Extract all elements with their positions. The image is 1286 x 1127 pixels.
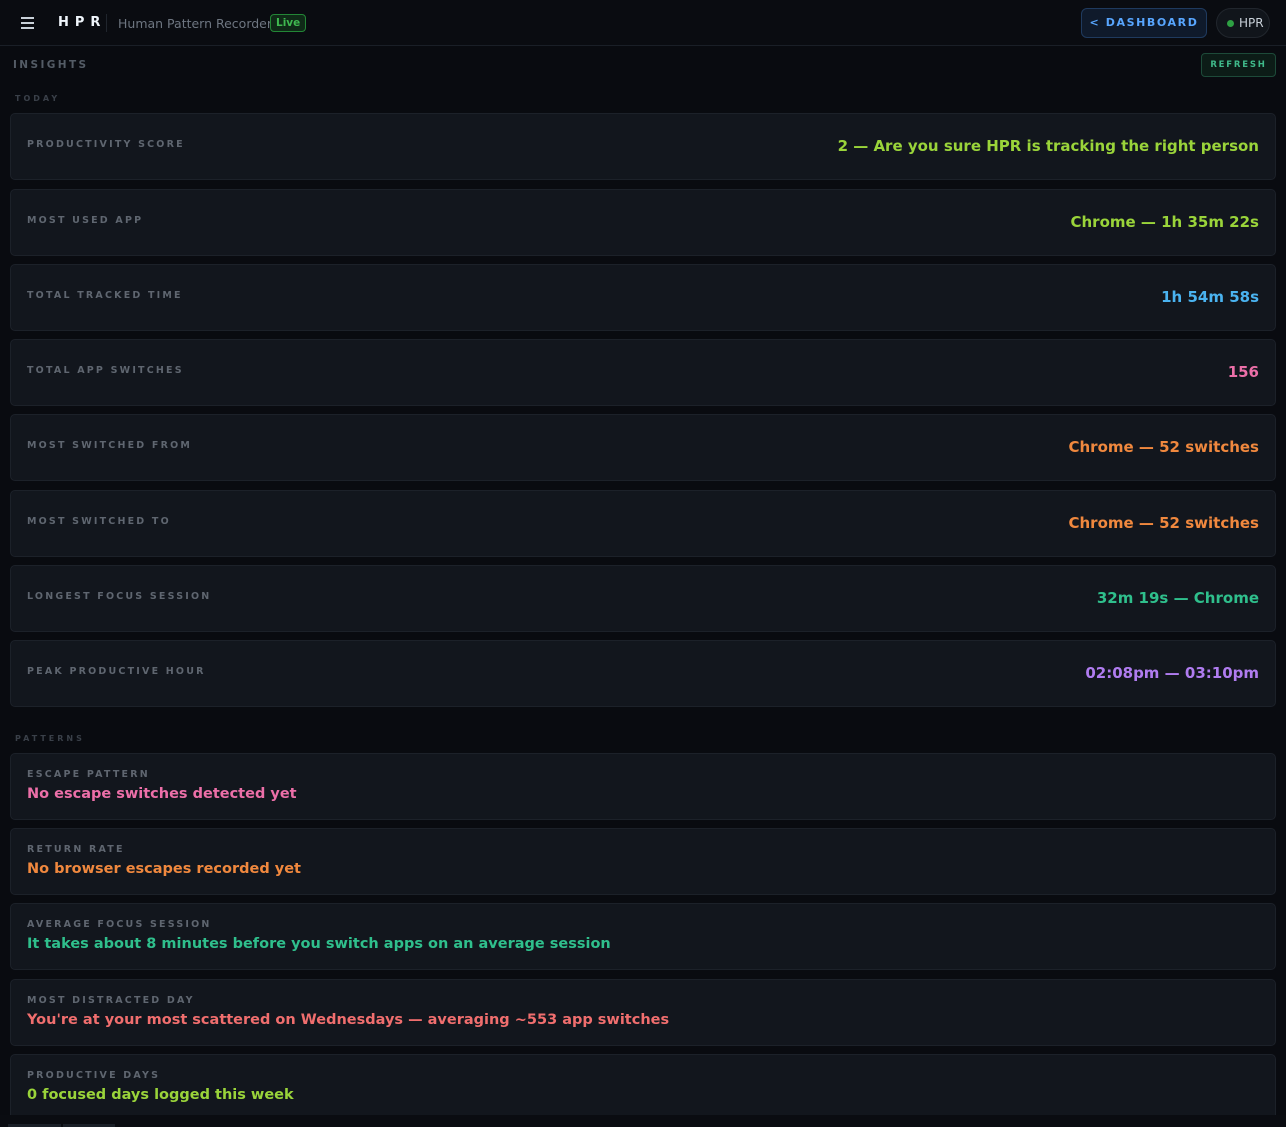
insight-row: MOST SWITCHED TO Chrome — 52 switches (10, 490, 1276, 557)
pattern-value: You're at your most scattered on Wednesd… (27, 1012, 670, 1028)
divider (106, 14, 107, 32)
insight-row: TOTAL TRACKED TIME 1h 54m 58s (10, 264, 1276, 331)
status-dot-icon (1227, 20, 1234, 27)
refresh-button[interactable]: REFRESH (1201, 53, 1276, 77)
pattern-row: PRODUCTIVE DAYS 0 focused days logged thi… (10, 1054, 1276, 1121)
insight-row: PRODUCTIVITY SCORE 2 — Are you sure HPR i… (10, 113, 1276, 180)
page-title: INSIGHTS (13, 59, 89, 71)
pattern-value: 0 focused days logged this week (27, 1087, 294, 1103)
insight-value: Chrome — 52 switches (1068, 438, 1259, 456)
insight-value: 156 (1227, 363, 1259, 381)
insight-label: MOST SWITCHED FROM (27, 440, 193, 451)
pattern-row: ESCAPE PATTERN No escape switches detecte… (10, 753, 1276, 820)
pattern-row: MOST DISTRACTED DAY You're at your most s… (10, 979, 1276, 1046)
pattern-value: No browser escapes recorded yet (27, 861, 301, 877)
insight-value: Chrome — 1h 35m 22s (1070, 213, 1259, 231)
insight-label: LONGEST FOCUS SESSION (27, 591, 212, 602)
section-label-patterns: PATTERNS (15, 734, 85, 743)
insight-row: TOTAL APP SWITCHES 156 (10, 339, 1276, 406)
top-bar: HPR Human Pattern Recorder Live < DASHBO… (0, 0, 1286, 46)
insight-value: 1h 54m 58s (1161, 288, 1259, 306)
insight-label: TOTAL TRACKED TIME (27, 290, 183, 301)
pattern-value: No escape switches detected yet (27, 786, 297, 802)
insight-label: PRODUCTIVITY SCORE (27, 139, 185, 150)
bottom-scroll-strip (0, 1115, 1286, 1127)
pattern-label: PRODUCTIVE DAYS (27, 1070, 161, 1081)
live-badge: Live (270, 14, 307, 32)
pattern-label: MOST DISTRACTED DAY (27, 995, 195, 1006)
insight-label: PEAK PRODUCTIVE HOUR (27, 666, 206, 677)
menu-icon[interactable] (21, 17, 34, 29)
pattern-row: RETURN RATE No browser escapes recorded y… (10, 828, 1276, 895)
insight-label: TOTAL APP SWITCHES (27, 365, 184, 376)
pattern-value: It takes about 8 minutes before you swit… (27, 936, 611, 952)
insight-value: 02:08pm — 03:10pm (1085, 664, 1259, 682)
section-label-today: TODAY (15, 94, 61, 103)
insight-label: MOST USED APP (27, 215, 144, 226)
insight-value: 32m 19s — Chrome (1096, 589, 1259, 607)
pattern-label: ESCAPE PATTERN (27, 769, 150, 780)
pattern-label: RETURN RATE (27, 844, 125, 855)
insight-row: PEAK PRODUCTIVE HOUR 02:08pm — 03:10pm (10, 640, 1276, 707)
profile-status-pill[interactable]: HPR (1216, 8, 1270, 38)
profile-label: HPR (1239, 16, 1264, 30)
insight-value: Chrome — 52 switches (1068, 514, 1259, 532)
insight-row: LONGEST FOCUS SESSION 32m 19s — Chrome (10, 565, 1276, 632)
pattern-row: AVERAGE FOCUS SESSION It takes about 8 mi… (10, 903, 1276, 970)
app-subtitle: Human Pattern Recorder (118, 16, 273, 31)
insight-row: MOST USED APP Chrome — 1h 35m 22s (10, 189, 1276, 256)
insight-row: MOST SWITCHED FROM Chrome — 52 switches (10, 414, 1276, 481)
dashboard-button[interactable]: < DASHBOARD (1081, 8, 1207, 38)
brand-logo: HPR (58, 15, 107, 30)
pattern-label: AVERAGE FOCUS SESSION (27, 919, 212, 930)
insight-label: MOST SWITCHED TO (27, 516, 171, 527)
insight-value: 2 — Are you sure HPR is tracking the rig… (837, 137, 1259, 155)
